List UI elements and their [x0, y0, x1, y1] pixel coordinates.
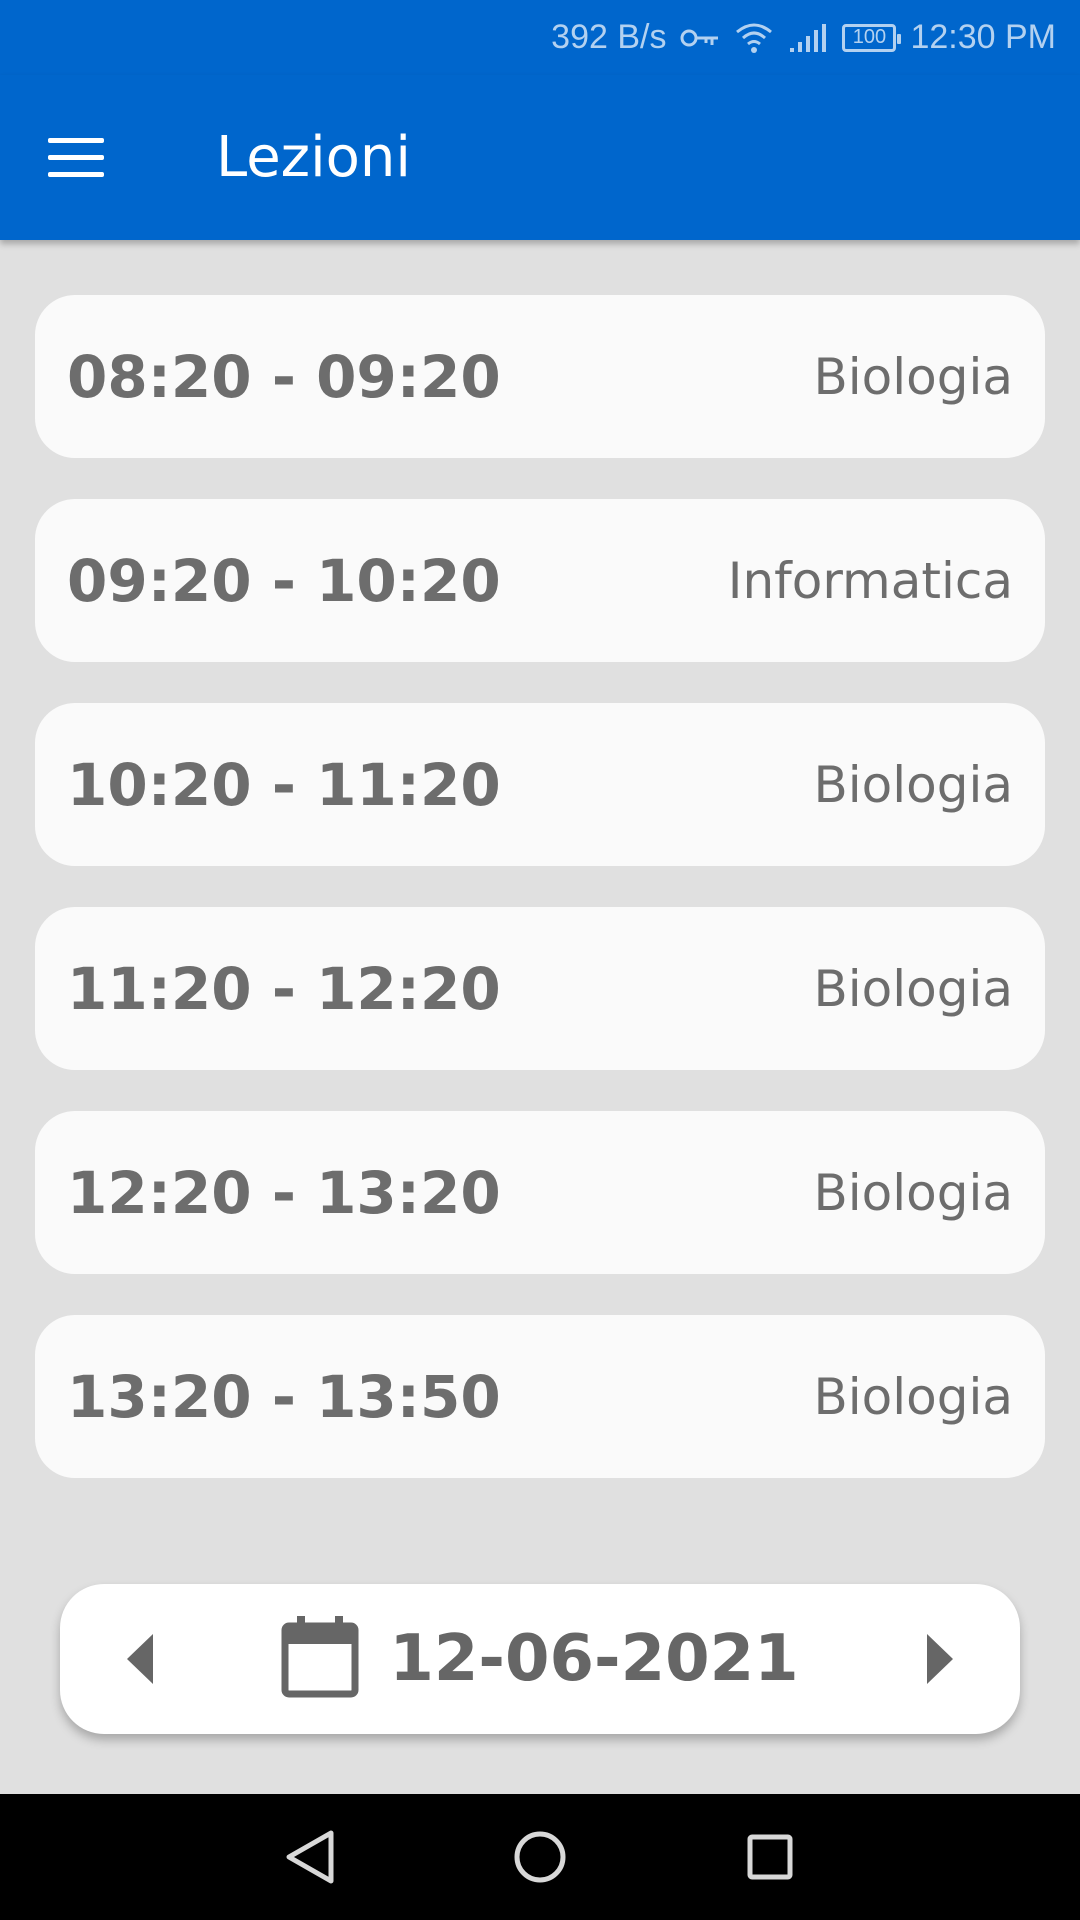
lesson-card[interactable]: 11:20 - 12:20 Biologia: [35, 907, 1045, 1070]
lesson-subject: Biologia: [813, 347, 1013, 406]
lesson-card[interactable]: 13:20 - 13:50 Biologia: [35, 1315, 1045, 1478]
selected-date: 12-06-2021: [389, 1622, 799, 1696]
date-selector: 12-06-2021: [60, 1584, 1020, 1734]
prev-arrow-icon[interactable]: [110, 1629, 170, 1689]
lesson-time: 12:20 - 13:20: [67, 1158, 501, 1227]
recents-icon[interactable]: [730, 1817, 810, 1897]
signal-icon: [788, 22, 828, 54]
date-display[interactable]: 12-06-2021: [281, 1616, 799, 1702]
clock: 12:30 PM: [910, 18, 1056, 56]
lesson-subject: Biologia: [813, 1367, 1013, 1426]
lesson-subject: Biologia: [813, 755, 1013, 814]
lesson-subject: Biologia: [813, 959, 1013, 1018]
app-bar: Lezioni: [0, 75, 1080, 240]
lesson-subject: Biologia: [813, 1163, 1013, 1222]
lesson-list: 08:20 - 09:20 Biologia 09:20 - 10:20 Inf…: [35, 295, 1045, 1519]
page-title: Lezioni: [216, 125, 411, 190]
lesson-subject: Informatica: [727, 551, 1013, 610]
lesson-card[interactable]: 10:20 - 11:20 Biologia: [35, 703, 1045, 866]
hamburger-menu-icon[interactable]: [40, 113, 130, 203]
system-nav-bar: [0, 1794, 1080, 1920]
back-icon[interactable]: [270, 1817, 350, 1897]
lesson-time: 09:20 - 10:20: [67, 546, 501, 615]
status-bar: 392 B/s 100 12:30 PM: [0, 0, 1080, 75]
home-icon[interactable]: [500, 1817, 580, 1897]
lesson-card[interactable]: 09:20 - 10:20 Informatica: [35, 499, 1045, 662]
lesson-time: 11:20 - 12:20: [67, 954, 501, 1023]
battery-level: 100: [852, 26, 887, 48]
lesson-time: 13:20 - 13:50: [67, 1362, 501, 1431]
next-arrow-icon[interactable]: [910, 1629, 970, 1689]
wifi-icon: [734, 22, 774, 54]
lesson-card[interactable]: 08:20 - 09:20 Biologia: [35, 295, 1045, 458]
calendar-icon: [281, 1616, 359, 1702]
key-icon: [680, 26, 720, 50]
battery-icon: 100: [842, 23, 902, 52]
net-speed: 392 B/s: [551, 18, 667, 56]
lesson-time: 10:20 - 11:20: [67, 750, 501, 819]
lesson-time: 08:20 - 09:20: [67, 342, 501, 411]
lesson-card[interactable]: 12:20 - 13:20 Biologia: [35, 1111, 1045, 1274]
